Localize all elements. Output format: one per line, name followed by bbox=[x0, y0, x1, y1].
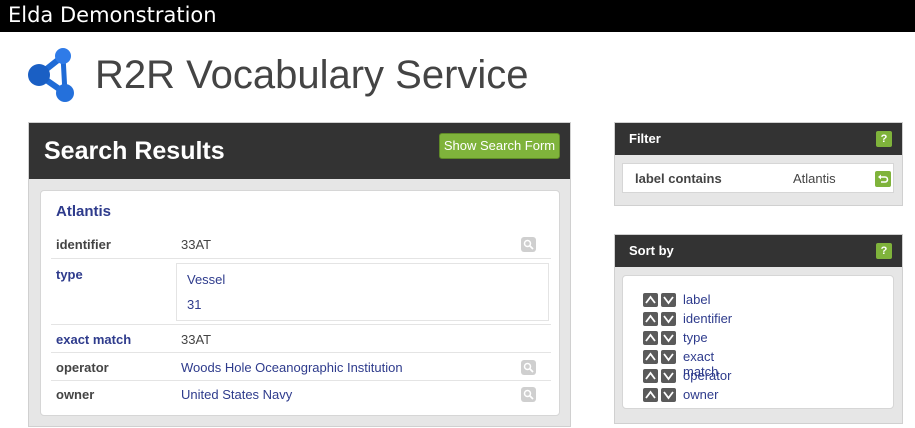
property-value: 33AT bbox=[181, 332, 212, 347]
property-name: operator bbox=[56, 360, 109, 375]
window-title-bar: Elda Demonstration bbox=[0, 0, 915, 32]
sort-ascending-icon[interactable] bbox=[643, 312, 658, 326]
search-results-panel: Search Results Show Search Form Atlantis… bbox=[28, 122, 571, 427]
sort-descending-icon[interactable] bbox=[661, 331, 676, 345]
filter-title: Filter bbox=[629, 131, 661, 146]
filter-entry: label contains Atlantis bbox=[622, 163, 894, 193]
sort-ascending-icon[interactable] bbox=[643, 350, 658, 364]
filter-value: Atlantis bbox=[793, 171, 836, 186]
sort-field-label[interactable]: owner bbox=[683, 387, 718, 402]
search-icon[interactable] bbox=[521, 237, 536, 252]
app-title: R2R Vocabulary Service bbox=[95, 53, 529, 97]
result-item-label[interactable]: Atlantis bbox=[56, 203, 111, 220]
property-row-operator: operator Woods Hole Oceanographic Instit… bbox=[51, 353, 551, 381]
property-value[interactable]: United States Navy bbox=[181, 387, 292, 402]
undo-icon[interactable] bbox=[875, 171, 891, 187]
sort-field-label[interactable]: identifier bbox=[683, 311, 732, 326]
sort-panel: Sort by ? label identifier type exact ma… bbox=[614, 234, 903, 424]
property-value: 33AT bbox=[181, 237, 212, 252]
property-name[interactable]: type bbox=[56, 267, 83, 282]
sort-descending-icon[interactable] bbox=[661, 388, 676, 402]
sort-field-label[interactable]: type bbox=[683, 330, 708, 345]
help-icon[interactable]: ? bbox=[876, 131, 892, 147]
app-logo bbox=[24, 46, 80, 104]
share-network-icon bbox=[28, 48, 74, 102]
sort-descending-icon[interactable] bbox=[661, 369, 676, 383]
search-icon[interactable] bbox=[521, 360, 536, 375]
sort-header: Sort by ? bbox=[615, 235, 902, 267]
help-icon[interactable]: ? bbox=[876, 243, 892, 259]
sort-descending-icon[interactable] bbox=[661, 350, 676, 364]
filter-panel: Filter ? label contains Atlantis bbox=[614, 122, 903, 206]
search-results-title: Search Results bbox=[44, 137, 225, 165]
sort-ascending-icon[interactable] bbox=[643, 388, 658, 402]
sort-descending-icon[interactable] bbox=[661, 293, 676, 307]
type-values: Vessel 31 bbox=[176, 263, 549, 321]
property-value[interactable]: Woods Hole Oceanographic Institution bbox=[181, 360, 403, 375]
search-results-header: Search Results Show Search Form bbox=[29, 123, 570, 179]
sort-descending-icon[interactable] bbox=[661, 312, 676, 326]
show-search-form-button[interactable]: Show Search Form bbox=[439, 133, 560, 159]
property-row-owner: owner United States Navy bbox=[51, 381, 551, 409]
sort-ascending-icon[interactable] bbox=[643, 331, 658, 345]
property-name[interactable]: exact match bbox=[56, 332, 131, 347]
sort-title: Sort by bbox=[629, 243, 674, 258]
sort-ascending-icon[interactable] bbox=[643, 369, 658, 383]
property-name: owner bbox=[56, 387, 95, 402]
result-item: Atlantis identifier 33AT type Vessel 31 … bbox=[40, 190, 560, 416]
type-value-vessel[interactable]: Vessel bbox=[187, 272, 225, 287]
sort-fields: label identifier type exact match operat… bbox=[622, 275, 894, 409]
sort-ascending-icon[interactable] bbox=[643, 293, 658, 307]
window-title: Elda Demonstration bbox=[8, 3, 217, 27]
sort-field-label[interactable]: operator bbox=[683, 368, 731, 383]
search-icon[interactable] bbox=[521, 387, 536, 402]
property-name: identifier bbox=[56, 237, 111, 252]
filter-key: label contains bbox=[635, 171, 722, 186]
property-row-identifier: identifier 33AT bbox=[51, 231, 551, 259]
filter-header: Filter ? bbox=[615, 123, 902, 155]
sort-field-label[interactable]: label bbox=[683, 292, 710, 307]
property-row-exact-match: exact match 33AT bbox=[51, 325, 551, 353]
property-row-type: type Vessel 31 bbox=[51, 259, 551, 325]
type-value-code[interactable]: 31 bbox=[187, 297, 201, 312]
